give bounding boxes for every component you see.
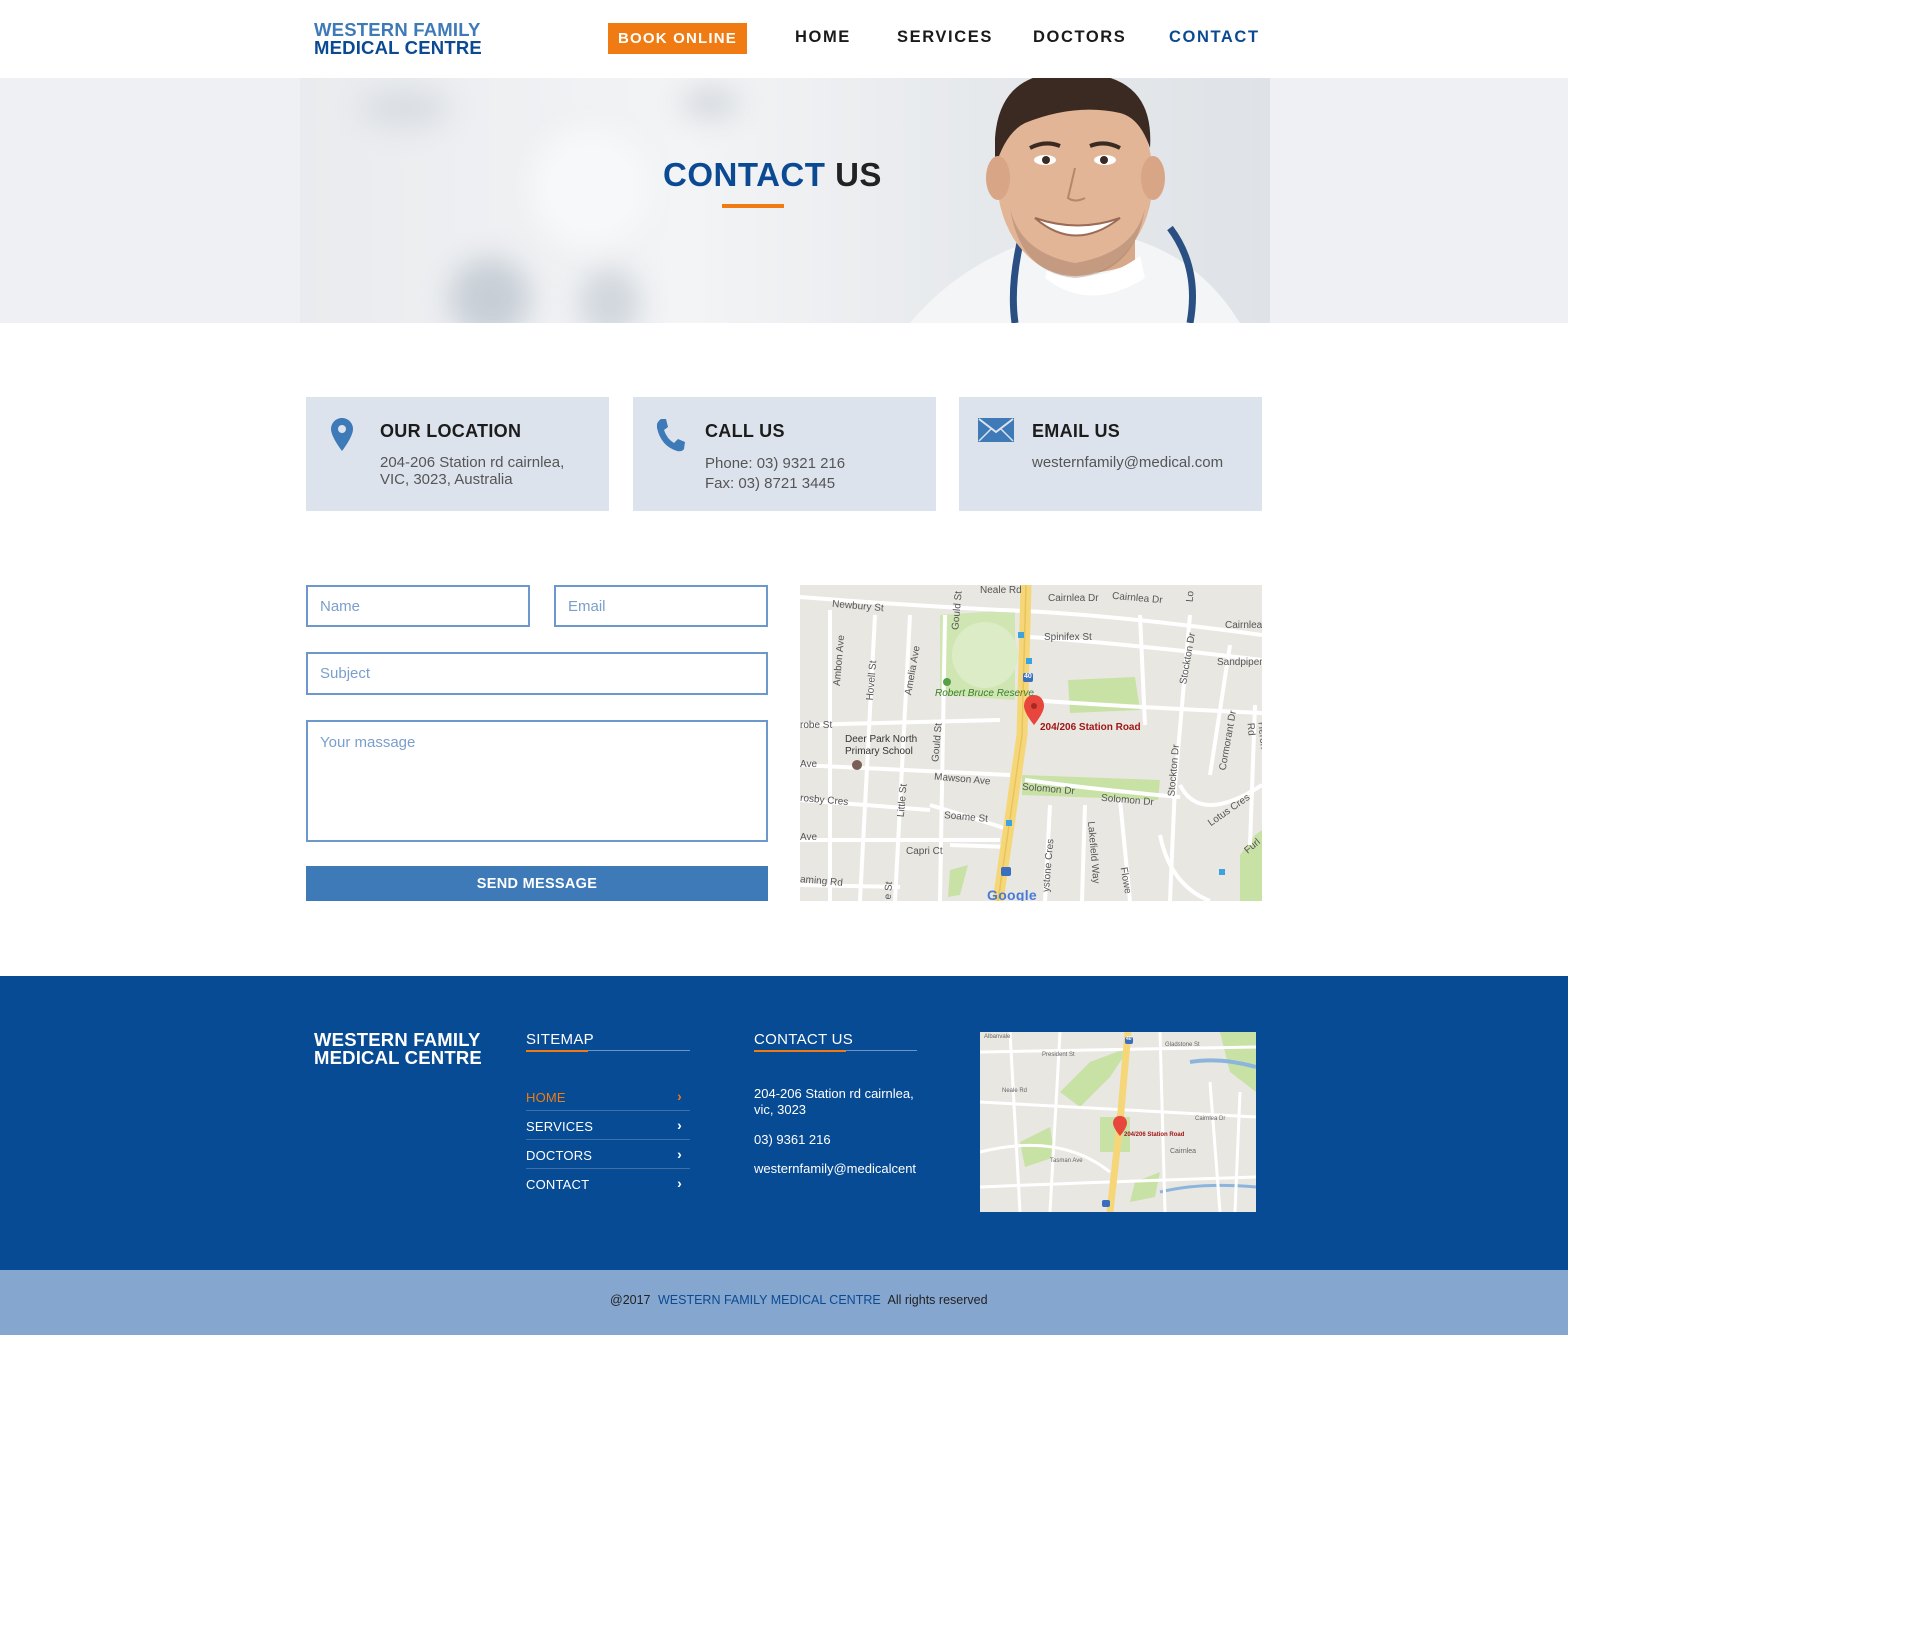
email-field[interactable] bbox=[554, 585, 768, 627]
email-card: EMAIL US westernfamily@medical.com bbox=[959, 397, 1262, 511]
footer-map-label: Cairnlea Dr bbox=[1195, 1116, 1226, 1122]
hero-banner: CONTACT US bbox=[0, 78, 1568, 323]
message-field[interactable] bbox=[306, 720, 768, 842]
copyright-bar: @2017 WESTERN FAMILY MEDICAL CENTRE All … bbox=[0, 1270, 1568, 1335]
map-poi-label: Primary School bbox=[845, 746, 913, 757]
footer-address-line2: vic, 3023 bbox=[754, 1102, 807, 1117]
footer-link-label: SERVICES bbox=[526, 1119, 594, 1134]
map-street-label: Lo bbox=[1184, 590, 1197, 603]
location-address: 204-206 Station rd cairnlea, VIC, 3023, … bbox=[380, 454, 564, 488]
footer-map-label: President St bbox=[1042, 1052, 1075, 1058]
page-title-part2: US bbox=[835, 156, 882, 193]
map-street-label: Neale Rd bbox=[980, 585, 1022, 596]
footer-map-route-badge: 40 bbox=[1126, 1036, 1132, 1042]
footer-map[interactable]: Albanvale President St Gladstone St Neal… bbox=[980, 1032, 1256, 1212]
footer-map-label: Gladstone St bbox=[1165, 1042, 1200, 1048]
footer-link-label: CONTACT bbox=[526, 1177, 590, 1192]
location-line1: 204-206 Station rd cairnlea, bbox=[380, 454, 565, 471]
footer-phone[interactable]: 03) 9361 216 bbox=[754, 1132, 831, 1148]
google-logo: Google bbox=[987, 887, 1038, 901]
copyright-rights: All rights reserved bbox=[887, 1293, 988, 1307]
doctor-photo bbox=[910, 78, 1240, 323]
nav-services[interactable]: SERVICES bbox=[897, 28, 993, 47]
email-address: westernfamily@medical.com bbox=[1032, 454, 1224, 471]
map-street-label: Capri Ct bbox=[906, 846, 943, 857]
copyright-year: @2017 bbox=[610, 1293, 651, 1307]
sitemap-heading: SITEMAP bbox=[526, 1031, 594, 1048]
location-title: OUR LOCATION bbox=[380, 421, 522, 441]
contact-heading-line bbox=[846, 1050, 917, 1051]
footer-address-line1: 204-206 Station rd cairnlea, bbox=[754, 1086, 914, 1101]
call-details: Phone: 03) 9321 216 Fax: 03) 8721 3445 bbox=[705, 454, 845, 494]
divider bbox=[526, 1110, 690, 1111]
divider bbox=[526, 1168, 690, 1169]
location-map[interactable]: Neale Rd Newbury St Cairnlea Dr Cairnlea… bbox=[800, 585, 1262, 901]
map-park-label: Robert Bruce Reserve bbox=[935, 688, 1034, 699]
footer-link-contact[interactable]: CONTACT › bbox=[526, 1173, 690, 1202]
footer-link-label: HOME bbox=[526, 1090, 566, 1105]
footer-address: 204-206 Station rd cairnlea, vic, 3023 bbox=[754, 1086, 914, 1118]
chevron-right-icon: › bbox=[677, 1117, 682, 1133]
divider bbox=[526, 1139, 690, 1140]
map-street-label: Ave bbox=[800, 759, 818, 770]
page-title-part1: CONTACT bbox=[663, 156, 826, 193]
map-marker-label: 204/206 Station Road bbox=[1040, 722, 1141, 733]
contact-heading-accent bbox=[754, 1050, 846, 1052]
sitemap-heading-line bbox=[588, 1050, 690, 1051]
footer-email[interactable]: westernfamily@medicalcent bbox=[754, 1161, 916, 1177]
map-poi-label: Deer Park North bbox=[845, 734, 918, 745]
footer-logo-line2: MEDICAL CENTRE bbox=[314, 1047, 482, 1068]
subject-field[interactable] bbox=[306, 652, 768, 695]
page-title: CONTACT US bbox=[0, 156, 1545, 194]
phone-icon bbox=[656, 419, 685, 452]
envelope-icon bbox=[978, 418, 1014, 442]
fax-number: Fax: 03) 8721 3445 bbox=[705, 475, 836, 492]
chevron-right-icon: › bbox=[677, 1146, 682, 1162]
phone-number: Phone: 03) 9321 216 bbox=[705, 455, 846, 472]
send-message-button[interactable]: SEND MESSAGE bbox=[306, 866, 768, 901]
map-route-badge: 40 bbox=[1024, 673, 1032, 680]
map-street-label: Ave bbox=[800, 832, 818, 843]
logo-line2: MEDICAL CENTRE bbox=[314, 37, 482, 58]
footer-contact-heading: CONTACT US bbox=[754, 1031, 854, 1048]
site-header: WESTERN FAMILY MEDICAL CENTRE BOOK ONLIN… bbox=[0, 0, 1568, 78]
footer-map-label: Cairnlea bbox=[1170, 1148, 1197, 1155]
map-street-label: Cairnlea Dr bbox=[1048, 593, 1099, 604]
map-street-label: Heron Rd bbox=[1244, 721, 1262, 750]
nav-contact[interactable]: CONTACT bbox=[1169, 28, 1260, 47]
footer-map-canvas[interactable] bbox=[980, 1032, 1256, 1212]
map-street-label: e St bbox=[882, 881, 896, 900]
location-card: OUR LOCATION 204-206 Station rd cairnlea… bbox=[306, 397, 609, 511]
footer-map-label: Tasman Ave bbox=[1050, 1158, 1083, 1164]
call-title: CALL US bbox=[705, 421, 785, 441]
site-footer: WESTERN FAMILY MEDICAL CENTRE SITEMAP HO… bbox=[0, 976, 1568, 1270]
map-street-label: Sandpiper bbox=[1217, 657, 1262, 668]
copyright-brand-link[interactable]: WESTERN FAMILY MEDICAL CENTRE bbox=[658, 1293, 881, 1307]
book-online-button[interactable]: BOOK ONLINE bbox=[608, 23, 747, 54]
map-street-label: robe St bbox=[800, 720, 833, 731]
sitemap-heading-accent bbox=[526, 1050, 588, 1052]
site-logo[interactable]: WESTERN FAMILY MEDICAL CENTRE bbox=[314, 20, 482, 58]
location-line2: VIC, 3023, Australia bbox=[380, 471, 513, 488]
footer-link-label: DOCTORS bbox=[526, 1148, 593, 1163]
title-underline bbox=[722, 204, 784, 208]
map-pin-icon bbox=[331, 418, 353, 451]
email-title: EMAIL US bbox=[1032, 421, 1121, 441]
copyright-text: @2017 WESTERN FAMILY MEDICAL CENTRE All … bbox=[610, 1293, 988, 1307]
call-card: CALL US Phone: 03) 9321 216 Fax: 03) 872… bbox=[633, 397, 936, 511]
nav-home[interactable]: HOME bbox=[795, 28, 851, 47]
map-street-label: Cairnlea bbox=[1225, 620, 1262, 631]
footer-map-marker-label: 204/206 Station Road bbox=[1124, 1132, 1185, 1138]
chevron-right-icon: › bbox=[677, 1088, 682, 1104]
footer-logo[interactable]: WESTERN FAMILY MEDICAL CENTRE bbox=[314, 1030, 482, 1068]
map-street-label: Spinifex St bbox=[1044, 632, 1092, 643]
footer-map-label: Albanvale bbox=[984, 1034, 1011, 1040]
nav-doctors[interactable]: DOCTORS bbox=[1033, 28, 1126, 47]
name-field[interactable] bbox=[306, 585, 530, 627]
chevron-right-icon: › bbox=[677, 1175, 682, 1191]
footer-map-label: Neale Rd bbox=[1002, 1088, 1028, 1094]
